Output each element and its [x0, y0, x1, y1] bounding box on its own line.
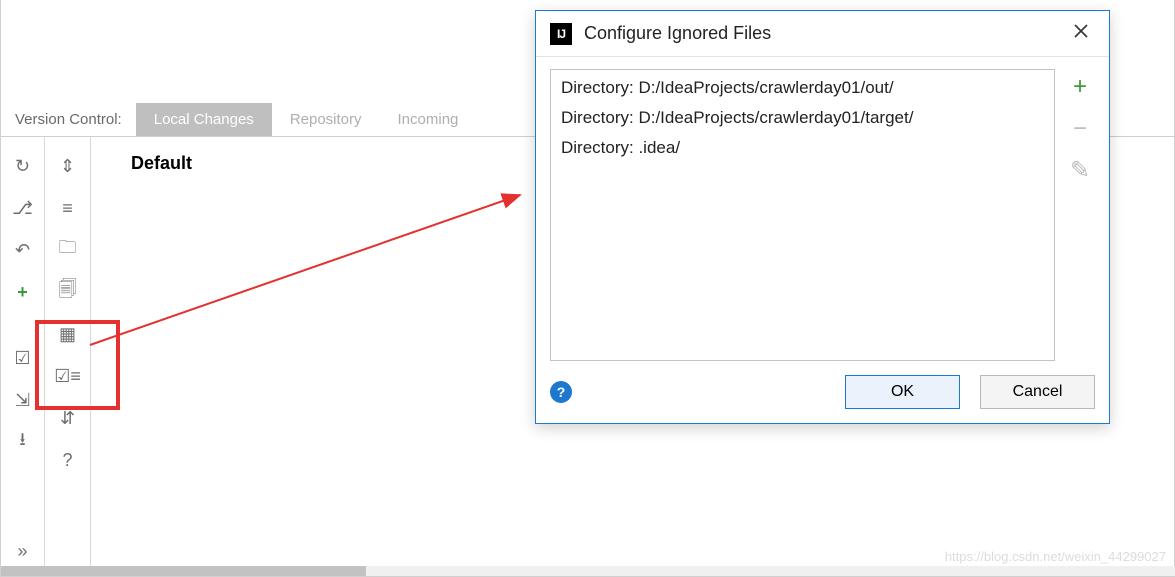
configure-ignored-icon[interactable]: ▦: [57, 323, 79, 345]
dialog-body: Directory: D:/IdeaProjects/crawlerday01/…: [536, 57, 1109, 361]
download-icon[interactable]: ⭳: [12, 431, 34, 453]
list-item[interactable]: Directory: .idea/: [561, 138, 1044, 158]
help-icon[interactable]: ?: [57, 449, 79, 471]
undo-icon[interactable]: ↶: [12, 239, 34, 261]
intellij-icon: IJ: [550, 23, 572, 45]
list-item[interactable]: Directory: D:/IdeaProjects/crawlerday01/…: [561, 108, 1044, 128]
edit-button[interactable]: ✎: [1070, 159, 1090, 183]
close-icon[interactable]: [1067, 18, 1095, 49]
watermark-text: https://blog.csdn.net/weixin_44299027: [945, 549, 1166, 564]
dialog-titlebar: IJ Configure Ignored Files: [536, 11, 1109, 57]
collapse-icon[interactable]: ⇕: [57, 155, 79, 177]
more-icon[interactable]: »: [12, 540, 34, 562]
tab-local-changes[interactable]: Local Changes: [136, 103, 272, 136]
list-item[interactable]: Directory: D:/IdeaProjects/crawlerday01/…: [561, 78, 1044, 98]
tab-incoming[interactable]: Incoming: [380, 103, 477, 136]
checkbox-icon[interactable]: ☑: [12, 347, 34, 369]
copy-icon[interactable]: 🗐: [57, 281, 79, 303]
dialog-help-icon[interactable]: ?: [550, 381, 572, 403]
transfer-icon[interactable]: ⇵: [57, 407, 79, 429]
scrollbar-thumb[interactable]: [1, 566, 366, 576]
configure-ignored-dialog: IJ Configure Ignored Files Directory: D:…: [535, 10, 1110, 424]
ok-button[interactable]: OK: [845, 375, 960, 409]
branch-icon[interactable]: ⎇: [12, 197, 34, 219]
toolbar-column-2: ⇕ ≡ 🗀 🗐 ▦ ☑≡ ⇵ ?: [45, 137, 91, 576]
add-button[interactable]: +: [1073, 75, 1087, 99]
changelist-default[interactable]: Default: [131, 153, 192, 174]
tab-repository[interactable]: Repository: [272, 103, 380, 136]
import-icon[interactable]: ⇲: [12, 389, 34, 411]
toolbar-column-1: ↻ ⎇ ↶ + ☑ ⇲ ⭳ »: [1, 137, 45, 576]
checklist-icon[interactable]: ☑≡: [57, 365, 79, 387]
remove-button[interactable]: −: [1073, 117, 1087, 141]
list-action-buttons: + − ✎: [1065, 69, 1095, 361]
folder-icon[interactable]: 🗀: [57, 239, 79, 261]
dialog-title: Configure Ignored Files: [584, 23, 1067, 44]
cancel-button[interactable]: Cancel: [980, 375, 1095, 409]
plus-icon[interactable]: +: [12, 281, 34, 303]
dialog-footer: ? OK Cancel: [536, 361, 1109, 423]
panel-label: Version Control:: [1, 103, 136, 136]
expand-icon[interactable]: ≡: [57, 197, 79, 219]
horizontal-scrollbar[interactable]: [1, 566, 1175, 576]
refresh-icon[interactable]: ↻: [12, 155, 34, 177]
ignored-directories-list[interactable]: Directory: D:/IdeaProjects/crawlerday01/…: [550, 69, 1055, 361]
